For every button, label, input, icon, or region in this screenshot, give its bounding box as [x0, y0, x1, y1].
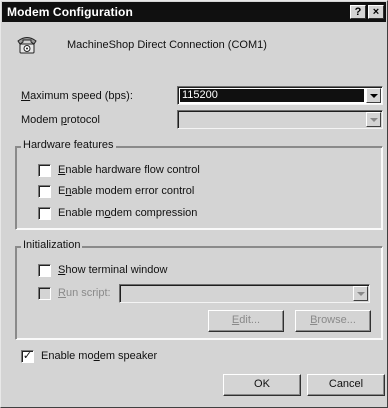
- show-terminal-checkbox[interactable]: [38, 264, 51, 277]
- run-script-checkbox[interactable]: [38, 287, 51, 300]
- run-script-value: [122, 287, 351, 300]
- phone-icon: [17, 37, 37, 54]
- edit-button[interactable]: Edit...: [208, 310, 284, 332]
- title-bar: Modem Configuration ? ×: [2, 2, 386, 22]
- modem-error-control-checkbox[interactable]: [38, 185, 51, 198]
- modem-speaker-checkbox[interactable]: ✓: [21, 350, 34, 363]
- device-name: MachineShop Direct Connection (COM1): [67, 39, 267, 51]
- max-speed-value: 115200: [180, 89, 364, 102]
- max-speed-label: Maximum speed (bps):: [21, 90, 133, 102]
- window-title: Modem Configuration: [7, 5, 133, 19]
- max-speed-select[interactable]: 115200: [177, 86, 383, 105]
- modem-protocol-label: Modem protocol: [21, 114, 100, 126]
- chevron-down-icon[interactable]: [366, 88, 381, 103]
- close-button[interactable]: ×: [368, 5, 384, 19]
- show-terminal-label: Show terminal window: [58, 264, 168, 276]
- modem-protocol-value: [180, 113, 364, 126]
- modem-compression-checkbox[interactable]: [38, 207, 51, 220]
- run-script-select[interactable]: [119, 284, 370, 303]
- help-button[interactable]: ?: [350, 5, 366, 19]
- hardware-flow-control-label: Enable hardware flow control: [58, 164, 200, 176]
- modem-speaker-label: Enable modem speaker: [41, 350, 158, 362]
- modem-configuration-dialog: Modem Configuration ? × MachineShop Dire…: [0, 0, 388, 408]
- hardware-features-legend: Hardware features: [21, 139, 116, 151]
- browse-button[interactable]: Browse...: [295, 310, 371, 332]
- hardware-flow-control-checkbox[interactable]: [38, 164, 51, 177]
- run-script-label: Run script:: [58, 287, 111, 299]
- cancel-button[interactable]: Cancel: [307, 374, 385, 396]
- initialization-legend: Initialization: [21, 239, 83, 251]
- ok-button[interactable]: OK: [223, 374, 301, 396]
- chevron-down-icon[interactable]: [353, 286, 368, 301]
- modem-protocol-select[interactable]: [177, 110, 383, 129]
- modem-compression-label: Enable modem compression: [58, 207, 198, 219]
- chevron-down-icon[interactable]: [366, 112, 381, 127]
- modem-error-control-label: Enable modem error control: [58, 185, 195, 197]
